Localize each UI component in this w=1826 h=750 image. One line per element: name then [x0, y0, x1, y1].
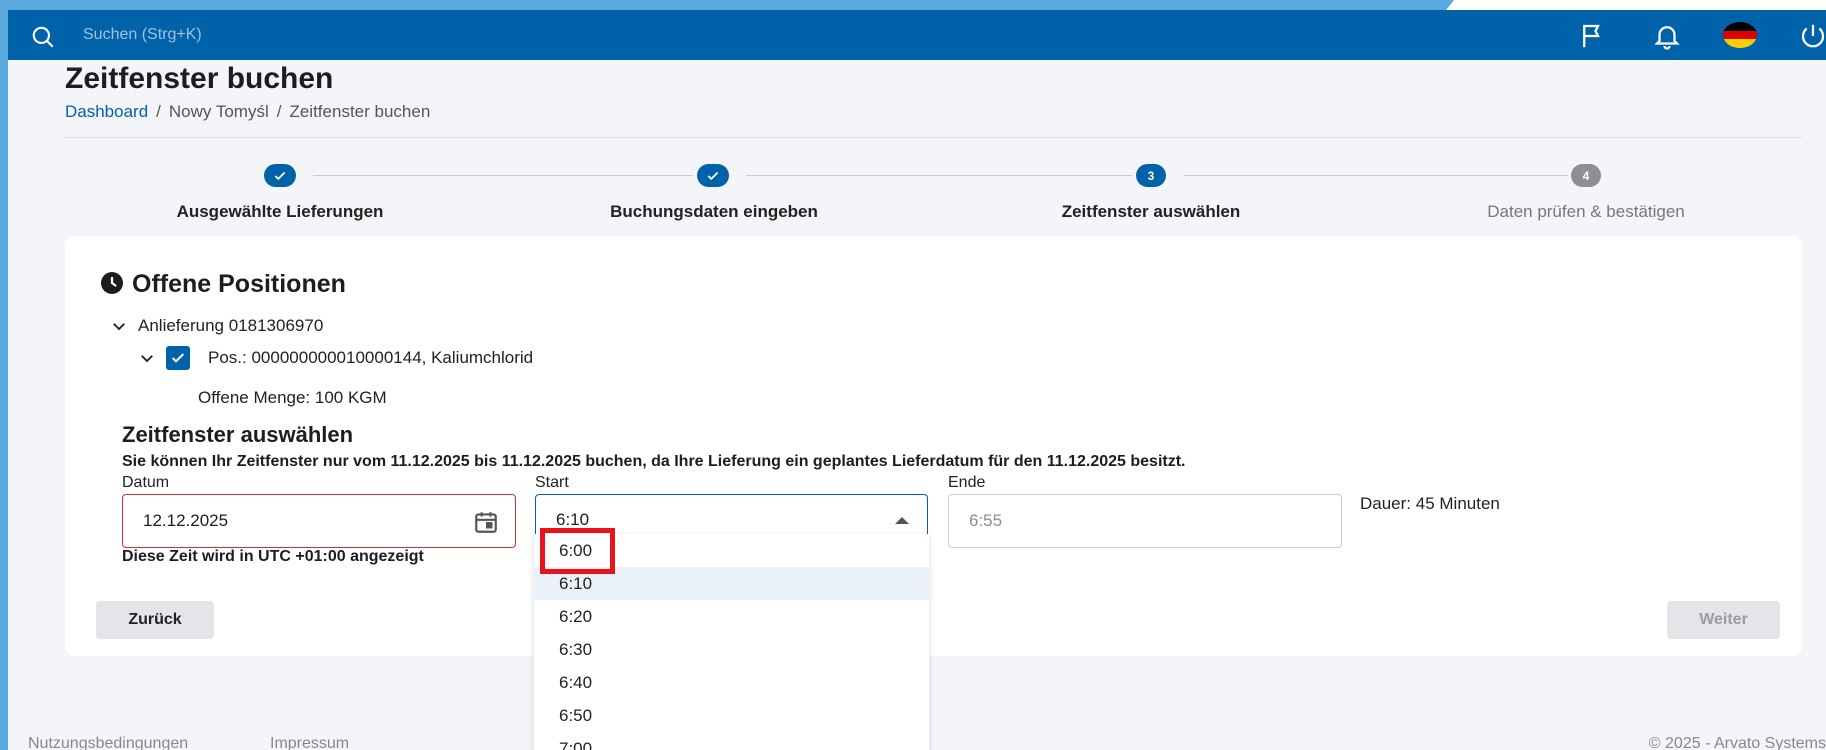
- app-window: Suchen (Strg+K) Zeitfenster buchen Dashb…: [8, 10, 1826, 750]
- dropdown-option[interactable]: 6:30: [534, 633, 929, 666]
- calendar-icon[interactable]: [473, 509, 499, 535]
- window-edge: [1446, 0, 1826, 10]
- duration-text: Dauer: 45 Minuten: [1360, 494, 1500, 513]
- date-value: 12.12.2025: [143, 511, 229, 530]
- highlight-annotation: [540, 528, 615, 574]
- search-input[interactable]: Suchen (Strg+K): [83, 26, 202, 44]
- top-header: Suchen (Strg+K): [8, 10, 1826, 60]
- search-icon[interactable]: [30, 24, 56, 50]
- timeslot-title: Zeitfenster auswählen: [122, 422, 354, 447]
- dropdown-option[interactable]: 6:50: [534, 699, 929, 732]
- step-3-label: Zeitfenster auswählen: [1061, 202, 1241, 221]
- step-1-check-icon: [264, 164, 296, 187]
- position-label: Pos.: 000000000010000144, Kaliumchlorid: [208, 348, 534, 367]
- breadcrumb-current: Zeitfenster buchen: [289, 102, 431, 121]
- date-field[interactable]: 12.12.2025: [122, 494, 516, 548]
- breadcrumb: Dashboard / Nowy Tomyśl / Zeitfenster bu…: [65, 102, 430, 122]
- end-label: Ende: [948, 474, 986, 491]
- step-connector: [1184, 175, 1568, 176]
- step-connector: [746, 175, 1132, 176]
- step-3-number: 3: [1136, 164, 1166, 187]
- breadcrumb-separator: /: [276, 102, 282, 121]
- timeslot-info: Sie können Ihr Zeitfenster nur vom 11.12…: [122, 453, 1186, 470]
- delivery-row[interactable]: Anlieferung 0181306970: [110, 316, 323, 336]
- header-divider: [65, 137, 1802, 138]
- start-value: 6:10: [556, 509, 590, 529]
- open-quantity: Offene Menge: 100 KGM: [198, 388, 387, 407]
- footer-terms-link[interactable]: Nutzungsbedingungen: [28, 735, 188, 750]
- date-label: Datum: [122, 474, 170, 491]
- bell-icon[interactable]: [1652, 21, 1682, 51]
- step-4-number: 4: [1571, 164, 1601, 187]
- footer-imprint-link[interactable]: Impressum: [270, 735, 349, 750]
- next-button[interactable]: Weiter: [1667, 601, 1780, 639]
- end-field[interactable]: 6:55: [948, 494, 1342, 548]
- copyright: © 2025 - Arvato Systems: [1648, 735, 1826, 750]
- step-4-label: Daten prüfen & bestätigen: [1487, 202, 1685, 221]
- back-button[interactable]: Zurück: [96, 601, 214, 639]
- check-icon: [171, 353, 185, 363]
- chevron-down-icon[interactable]: [110, 317, 128, 335]
- dropdown-option[interactable]: 7:00: [534, 732, 929, 750]
- dropdown-option[interactable]: 6:40: [534, 666, 929, 699]
- chevron-down-icon[interactable]: [138, 349, 156, 367]
- section-title: Offene Positionen: [132, 270, 346, 298]
- step-2-label: Buchungsdaten eingeben: [610, 202, 818, 221]
- position-checkbox[interactable]: [166, 346, 190, 370]
- step-2-check-icon: [697, 164, 729, 187]
- breadcrumb-location: Nowy Tomyśl: [168, 102, 269, 121]
- dropdown-option[interactable]: 6:20: [534, 600, 929, 633]
- step-connector: [313, 175, 693, 176]
- power-icon[interactable]: [1798, 21, 1826, 51]
- caret-up-icon[interactable]: [895, 517, 909, 524]
- breadcrumb-separator: /: [156, 102, 161, 121]
- end-value: 6:55: [969, 511, 1003, 530]
- language-flag-icon[interactable]: [1723, 22, 1757, 48]
- breadcrumb-dashboard[interactable]: Dashboard: [65, 102, 148, 122]
- start-label: Start: [535, 474, 569, 491]
- delivery-label: Anlieferung 0181306970: [138, 316, 324, 335]
- clock-icon: [101, 272, 123, 294]
- flag-icon[interactable]: [1578, 21, 1608, 51]
- page-title: Zeitfenster buchen: [65, 62, 334, 95]
- utc-note: Diese Zeit wird in UTC +01:00 angezeigt: [122, 548, 424, 565]
- step-1-label: Ausgewählte Lieferungen: [176, 202, 384, 221]
- position-row[interactable]: Pos.: 000000000010000144, Kaliumchlorid: [138, 346, 533, 370]
